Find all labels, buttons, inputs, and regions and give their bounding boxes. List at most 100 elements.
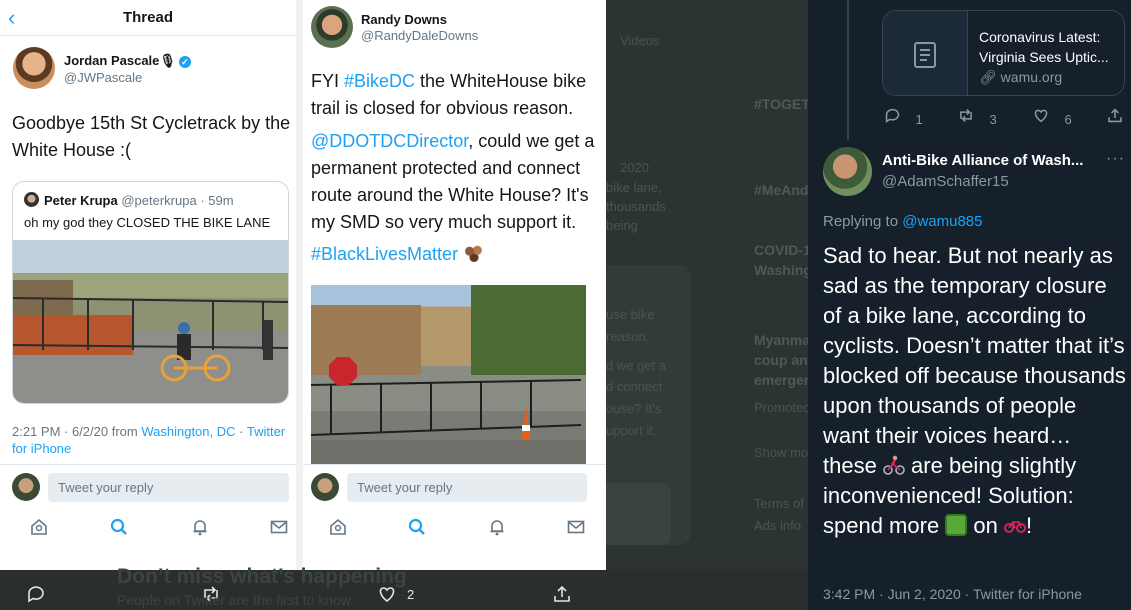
location-link[interactable]: Washington, DC bbox=[141, 424, 235, 439]
avatar[interactable] bbox=[823, 147, 872, 196]
ghost-text: bike lane, bbox=[606, 180, 662, 195]
ghost-text: being bbox=[606, 218, 638, 233]
ghost-text: 2020 bbox=[620, 160, 649, 175]
quoted-tweet[interactable]: Peter Krupa @peterkrupa · 59m oh my god … bbox=[12, 181, 289, 404]
ghost-text: Promoted bbox=[754, 400, 808, 415]
ghost-text: d connect bbox=[606, 379, 663, 394]
tweet-text: FYI #BikeDC the WhiteHouse bike trail is… bbox=[311, 68, 601, 122]
page-title: Thread bbox=[122, 9, 173, 26]
avatar[interactable] bbox=[311, 6, 353, 48]
ghost-text: use bike bbox=[606, 307, 655, 322]
divider bbox=[303, 464, 606, 465]
ghost-text: Videos bbox=[620, 33, 660, 48]
divider bbox=[0, 464, 296, 465]
ghost-trend: Washington bbox=[754, 262, 808, 278]
tweet-body-part: ! bbox=[1026, 513, 1033, 538]
author-name-text[interactable]: Jordan Pascale🎙 bbox=[64, 53, 176, 68]
retweet-count: 3 bbox=[989, 112, 997, 127]
author-handle[interactable]: @AdamSchaffer15 bbox=[882, 173, 1009, 190]
quoted-tweet-header: Peter Krupa @peterkrupa · 59m bbox=[44, 193, 234, 208]
bell-icon[interactable] bbox=[191, 518, 209, 541]
screenshot-seam bbox=[296, 0, 303, 570]
replying-to: Replying to @wamu885 bbox=[823, 213, 983, 230]
reply-action[interactable]: 1 bbox=[884, 107, 923, 129]
screenshot-root: ‹ Thread Jordan Pascale🎙 ✓ @JWPascale Goo… bbox=[0, 0, 1131, 610]
quoted-author-handle: @peterkrupa bbox=[121, 193, 197, 208]
retweet-icon[interactable] bbox=[957, 109, 979, 128]
ghost-text: reason. bbox=[606, 329, 650, 344]
link-card-thumbnail bbox=[883, 11, 968, 95]
author-name[interactable]: Jordan Pascale🎙 ✓ bbox=[64, 53, 191, 69]
ghost-image bbox=[606, 483, 671, 545]
my-avatar bbox=[311, 473, 339, 501]
reply-icon[interactable] bbox=[26, 584, 46, 609]
avatar[interactable] bbox=[13, 47, 55, 89]
bike-lane-photo[interactable] bbox=[13, 240, 288, 403]
ghost-text: Show more bbox=[754, 445, 808, 460]
quoted-time: · 59m bbox=[200, 193, 234, 208]
ghost-card: use bike reason. d we get a d connect ou… bbox=[606, 265, 691, 545]
ghost-trend: Myanmar bbox=[754, 332, 808, 348]
home-icon[interactable] bbox=[329, 518, 347, 541]
link-card[interactable]: Coronavirus Latest: Virginia Sees Uptic.… bbox=[882, 10, 1125, 96]
reply-input[interactable]: Tweet your reply bbox=[48, 473, 289, 502]
more-icon[interactable]: ··· bbox=[1106, 150, 1125, 168]
tweet-body-part: on bbox=[967, 513, 1004, 538]
tweet-text: #BlackLivesMatter bbox=[311, 241, 601, 268]
link-card-title: Coronavirus Latest: Virginia Sees Uptic.… bbox=[979, 29, 1109, 65]
ghost-trend: COVID-19 bbox=[754, 242, 808, 258]
heart-icon[interactable] bbox=[1032, 109, 1054, 128]
share-icon[interactable] bbox=[552, 584, 572, 609]
share-icon[interactable] bbox=[1106, 108, 1124, 128]
tweet-text-part: FYI bbox=[311, 71, 345, 91]
hashtag-link[interactable]: #BlackLivesMatter bbox=[311, 244, 458, 264]
reply-icon[interactable] bbox=[884, 108, 905, 128]
hashtag-link[interactable]: #BikeDC bbox=[344, 71, 415, 91]
reply-input[interactable]: Tweet your reply bbox=[347, 473, 587, 502]
money-emoji-icon bbox=[945, 514, 968, 536]
ghost-trend: emergency bbox=[754, 372, 808, 388]
bike-lane-photo-art bbox=[13, 280, 288, 382]
quoted-avatar bbox=[24, 192, 39, 207]
bicycle-emoji-icon bbox=[1004, 514, 1026, 536]
like-action[interactable]: 6 bbox=[1032, 107, 1072, 129]
verified-badge-icon: ✓ bbox=[178, 55, 191, 68]
tweet-timestamp[interactable]: 3:42 PM · Jun 2, 2020 · Twitter for iPho… bbox=[823, 586, 1082, 602]
author-handle[interactable]: @RandyDaleDowns bbox=[361, 28, 478, 43]
ghost-text: ouse? It's bbox=[606, 401, 662, 416]
author-name[interactable]: Anti-Bike Alliance of Wash... bbox=[882, 152, 1083, 169]
ghost-trend: #TOGETHER bbox=[754, 96, 808, 112]
retweet-action[interactable]: 3 bbox=[957, 107, 997, 129]
cyclist-emoji-icon bbox=[883, 454, 905, 476]
white-house-barricade-photo[interactable] bbox=[311, 285, 586, 465]
tab-bar bbox=[303, 510, 606, 546]
thread-navbar: ‹ Thread bbox=[0, 0, 296, 36]
replying-prefix: Replying to bbox=[823, 213, 903, 230]
dark-tweet-panel: Coronavirus Latest: Virginia Sees Uptic.… bbox=[808, 0, 1131, 610]
mail-icon[interactable] bbox=[270, 518, 288, 541]
tweet-text: @DDOTDCDirector, could we get a permanen… bbox=[311, 128, 601, 236]
share-action[interactable] bbox=[1106, 107, 1124, 129]
mention-link[interactable]: @DDOTDCDirector bbox=[311, 131, 468, 151]
ghost-trend: coup and bbox=[754, 352, 808, 368]
link-card-domain: wamu.org bbox=[1000, 69, 1063, 85]
bell-icon[interactable] bbox=[488, 518, 506, 541]
thread-connector-line bbox=[847, 0, 849, 140]
my-avatar bbox=[12, 473, 40, 501]
tweet-body: Sad to hear. But not nearly as sad as th… bbox=[823, 241, 1128, 541]
author-name[interactable]: Randy Downs bbox=[361, 12, 447, 27]
tweet-text: Goodbye 15th St Cycletrack by the White … bbox=[12, 113, 291, 160]
document-icon bbox=[914, 42, 936, 68]
search-icon[interactable] bbox=[110, 518, 128, 541]
link-icon: 🔗︎ bbox=[979, 69, 997, 85]
replying-to-link[interactable]: @wamu885 bbox=[902, 213, 982, 230]
ghost-subheading: People on Twitter are the first to know. bbox=[117, 592, 355, 608]
home-icon[interactable] bbox=[30, 518, 48, 541]
ghost-heading: Don’t miss what’s happening bbox=[117, 565, 407, 588]
thread-column-jordan: ‹ Thread Jordan Pascale🎙 ✓ @JWPascale Goo… bbox=[0, 0, 296, 570]
search-icon[interactable] bbox=[408, 518, 426, 541]
mail-icon[interactable] bbox=[567, 518, 585, 541]
left-composite-panel: ‹ Thread Jordan Pascale🎙 ✓ @JWPascale Goo… bbox=[0, 0, 606, 570]
author-handle[interactable]: @JWPascale bbox=[64, 70, 142, 85]
ghost-text: thousands bbox=[606, 199, 666, 214]
